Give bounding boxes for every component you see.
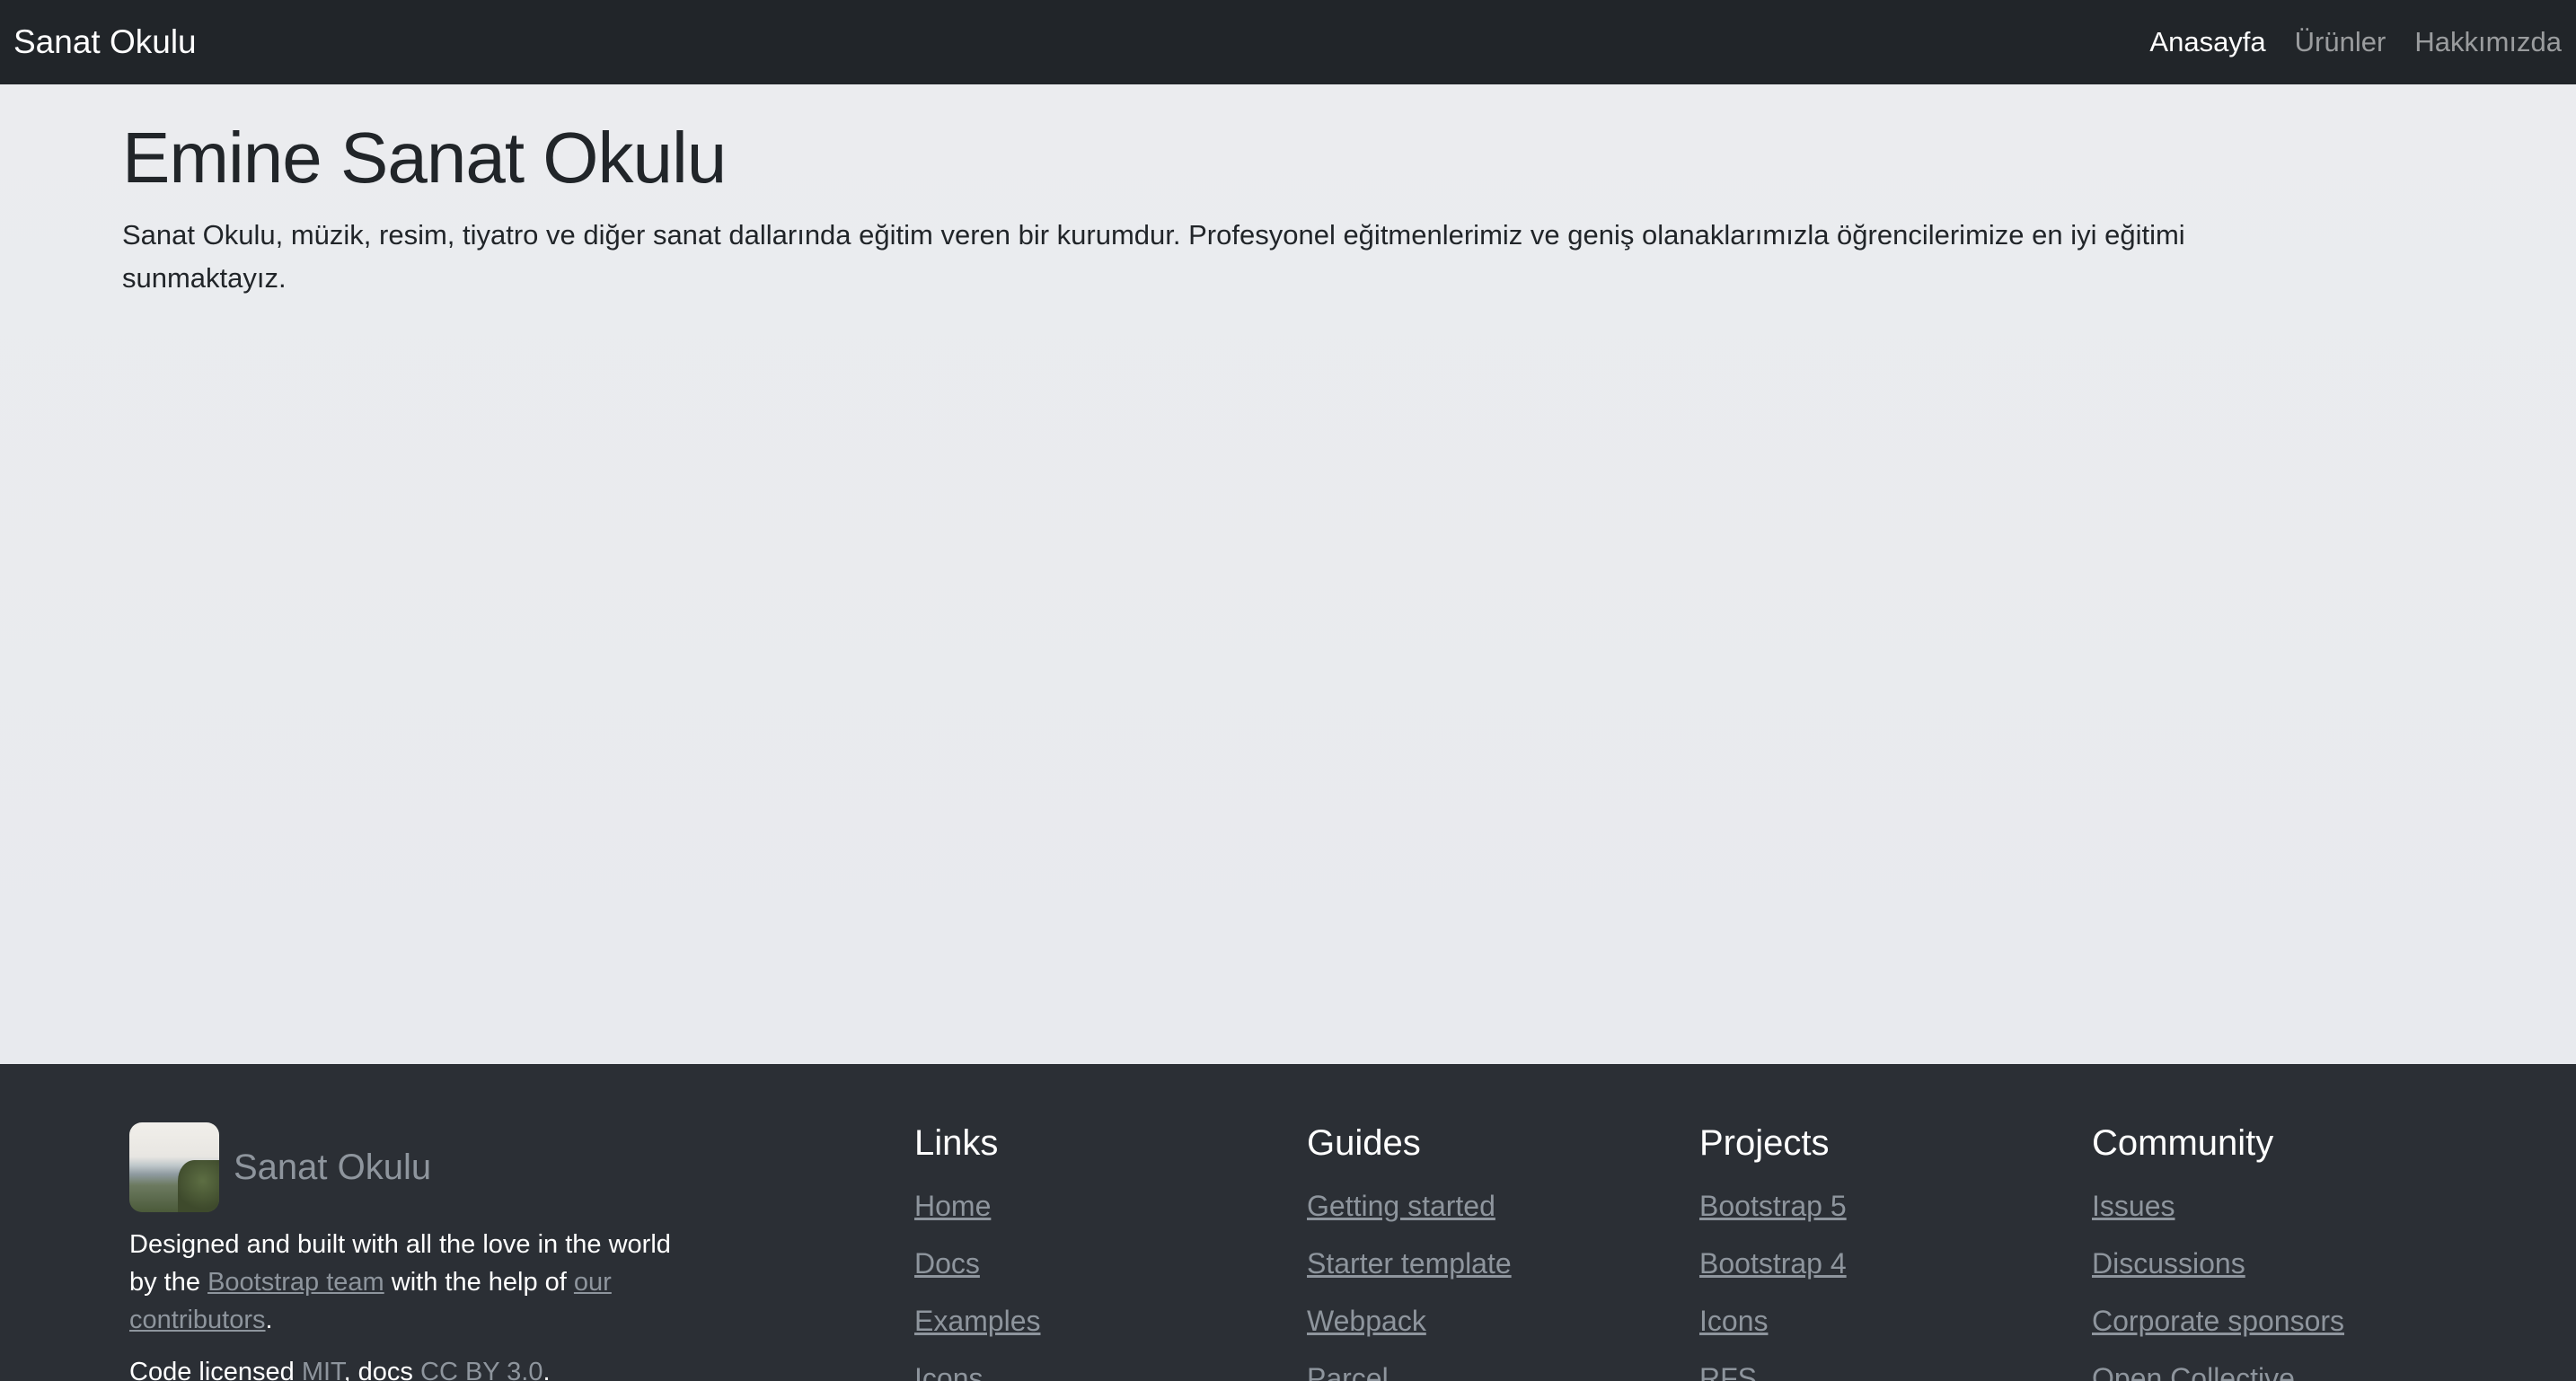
footer-link-home[interactable]: Home xyxy=(914,1190,991,1222)
footer-link-starter-template[interactable]: Starter template xyxy=(1307,1247,1512,1280)
hero-description: Sanat Okulu, müzik, resim, tiyatro ve di… xyxy=(122,219,2185,294)
footer-link-icons[interactable]: Icons xyxy=(914,1362,983,1381)
navbar-menu: Anasayfa Ürünler Hakkımızda xyxy=(2149,26,2562,58)
footer-license-text: Code licensed MIT, docs CC BY 3.0. xyxy=(129,1353,704,1381)
footer-column-projects: Projects Bootstrap 5 Bootstrap 4 Icons R… xyxy=(1699,1122,1847,1381)
footer-link-bootstrap-4[interactable]: Bootstrap 4 xyxy=(1699,1247,1847,1280)
main-content: Emine Sanat Okulu Sanat Okulu, müzik, re… xyxy=(0,84,2576,1064)
footer-link-bootstrap-5[interactable]: Bootstrap 5 xyxy=(1699,1190,1847,1222)
nav-item-anasayfa[interactable]: Anasayfa xyxy=(2149,26,2265,58)
about-text-part: . xyxy=(265,1306,273,1334)
top-navbar: Sanat Okulu Anasayfa Ürünler Hakkımızda xyxy=(0,0,2576,84)
footer-link-examples[interactable]: Examples xyxy=(914,1305,1041,1337)
footer-column-community: Community Issues Discussions Corporate s… xyxy=(2092,1122,2344,1381)
footer-logo-link[interactable]: Sanat Okulu xyxy=(129,1122,431,1212)
footer-link-open-collective[interactable]: Open Collective xyxy=(2092,1362,2295,1381)
footer-about-text: Designed and built with all the love in … xyxy=(129,1226,704,1339)
footer-link-project-icons[interactable]: Icons xyxy=(1699,1305,1768,1337)
footer-link-corporate-sponsors[interactable]: Corporate sponsors xyxy=(2092,1305,2344,1337)
footer-link-issues[interactable]: Issues xyxy=(2092,1190,2175,1222)
license-text-part: . xyxy=(543,1358,551,1381)
footer-link-webpack[interactable]: Webpack xyxy=(1307,1305,1426,1337)
license-text-part: , docs xyxy=(343,1358,420,1381)
footer-brand-name: Sanat Okulu xyxy=(234,1147,432,1187)
license-text-part: Code licensed xyxy=(129,1358,302,1381)
footer-link-rfs[interactable]: RFS xyxy=(1699,1362,1757,1381)
logo-image xyxy=(129,1122,219,1212)
footer-link-parcel[interactable]: Parcel xyxy=(1307,1362,1389,1381)
nav-item-urunler[interactable]: Ürünler xyxy=(2295,26,2386,58)
navbar-brand[interactable]: Sanat Okulu xyxy=(13,23,197,61)
footer-link-docs[interactable]: Docs xyxy=(914,1247,980,1280)
column-heading: Links xyxy=(914,1123,999,1163)
column-heading: Guides xyxy=(1307,1123,1421,1163)
mit-license-link[interactable]: MIT xyxy=(302,1358,344,1381)
footer-column-guides: Guides Getting started Starter template … xyxy=(1307,1122,1512,1381)
footer-column-links: Links Home Docs Examples Icons xyxy=(914,1122,1041,1381)
page-title: Emine Sanat Okulu xyxy=(122,118,727,198)
about-text-part: with the help of xyxy=(384,1268,574,1297)
bootstrap-team-link[interactable]: Bootstrap team xyxy=(207,1268,384,1297)
column-heading: Community xyxy=(2092,1123,2274,1163)
footer-link-getting-started[interactable]: Getting started xyxy=(1307,1190,1495,1222)
cc-license-link[interactable]: CC BY 3.0 xyxy=(420,1358,543,1381)
footer-link-discussions[interactable]: Discussions xyxy=(2092,1247,2245,1280)
site-footer: Sanat Okulu Designed and built with all … xyxy=(0,1064,2576,1381)
nav-item-hakkimizda[interactable]: Hakkımızda xyxy=(2414,26,2562,58)
column-heading: Projects xyxy=(1699,1123,1830,1163)
